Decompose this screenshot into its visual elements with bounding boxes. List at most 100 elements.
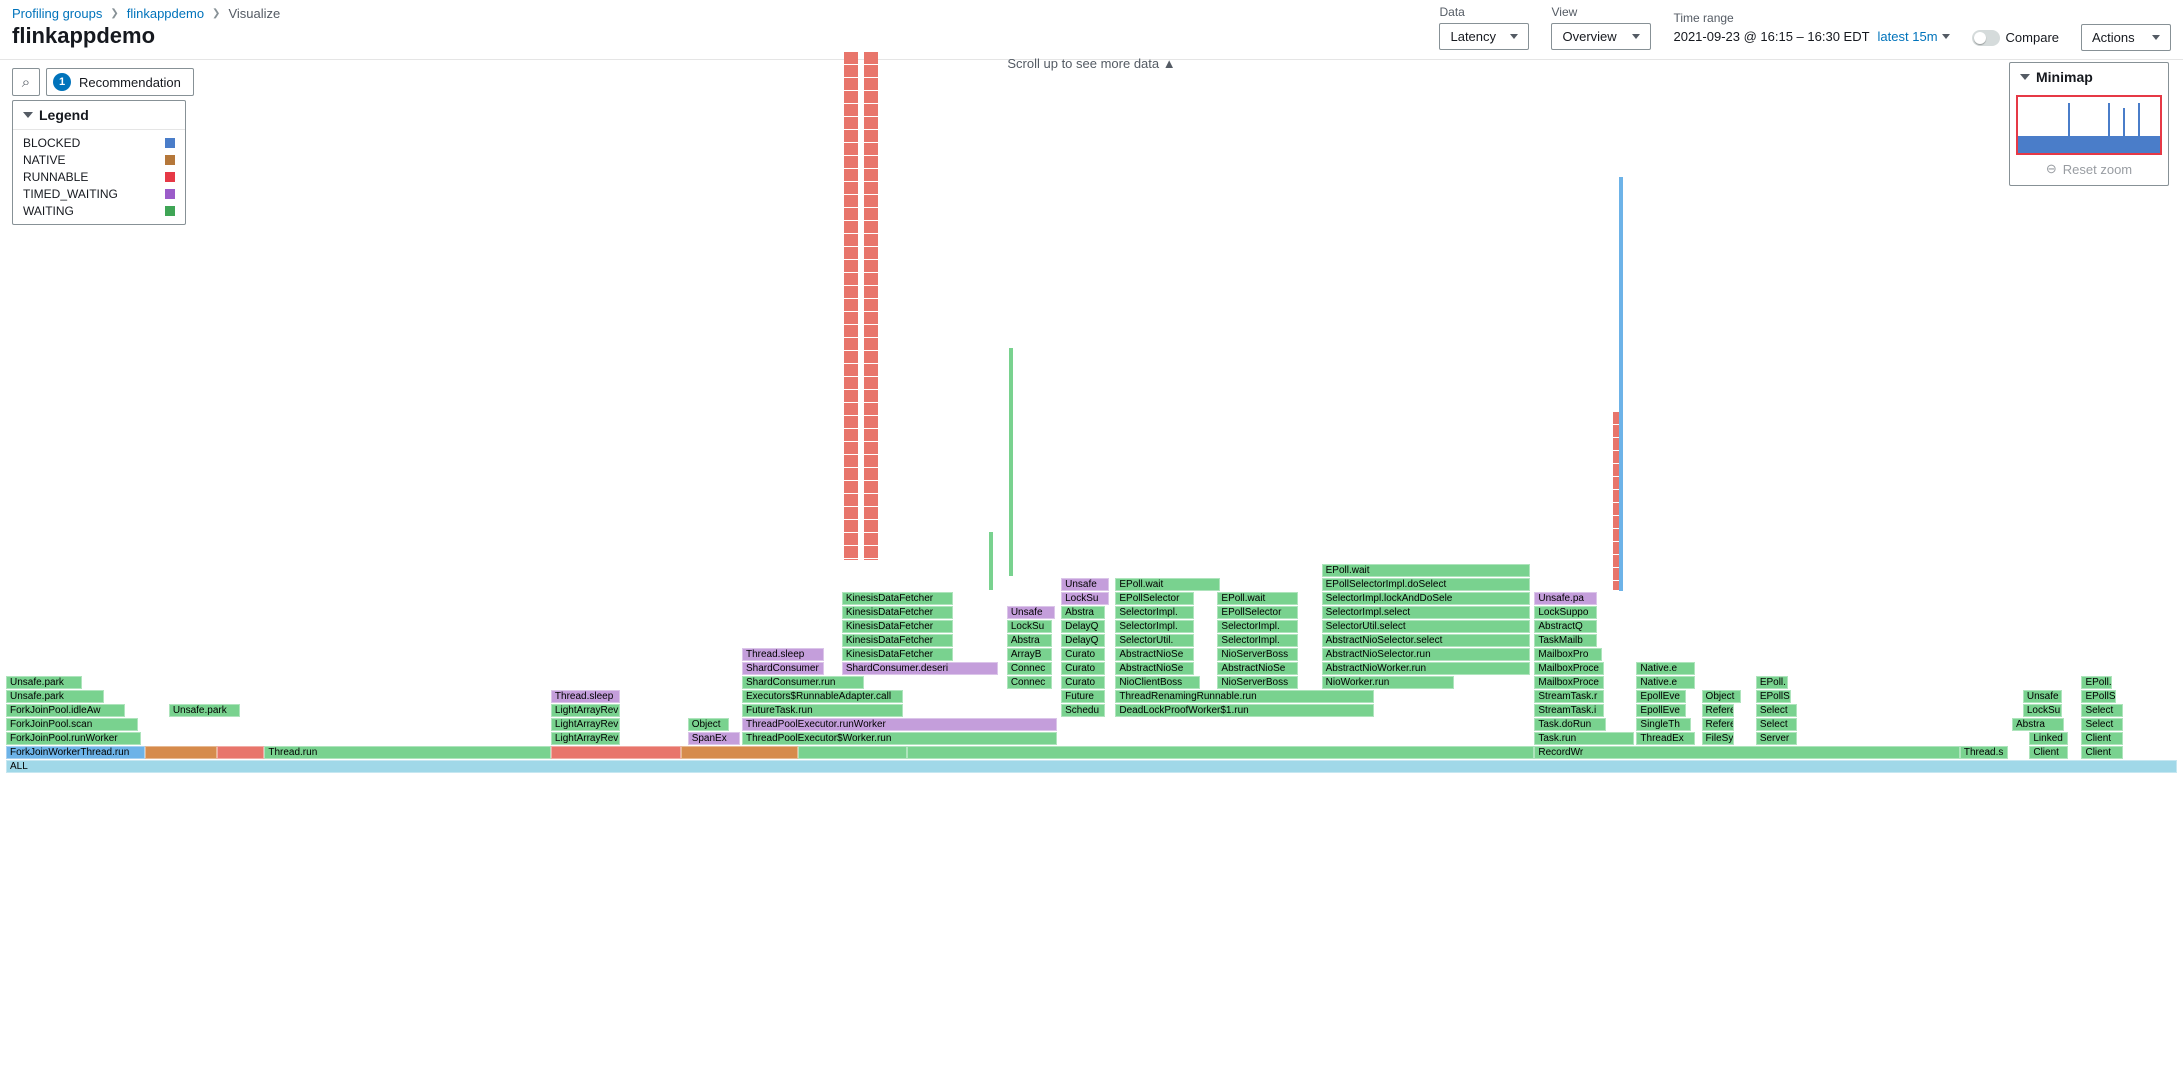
flame-frame[interactable]: Unsafe xyxy=(2023,690,2062,703)
flame-frame[interactable]: Select xyxy=(1756,718,1797,731)
latest-link[interactable]: latest 15m xyxy=(1878,29,1950,44)
flame-frame[interactable]: Thread.sleep xyxy=(551,690,620,703)
flame-frame[interactable]: DelayQ xyxy=(1061,620,1104,633)
flame-frame[interactable]: Linked xyxy=(2029,732,2068,745)
flame-frame[interactable]: Client xyxy=(2081,746,2122,759)
flame-frame[interactable]: LightArrayRev xyxy=(551,718,620,731)
flame-frame[interactable]: Thread.sleep xyxy=(742,648,824,661)
flame-frame[interactable]: EPoll. xyxy=(2081,676,2111,689)
flame-frame[interactable]: Unsafe.pa xyxy=(1534,592,1597,605)
flame-frame[interactable] xyxy=(145,746,217,759)
flame-frame[interactable]: Native.e xyxy=(1636,676,1695,689)
flame-graph[interactable]: ALL ForkJoinWorkerThread.run Thread.run … xyxy=(6,52,2177,1080)
actions-dropdown[interactable]: Actions xyxy=(2081,24,2171,51)
flame-frame[interactable]: ShardConsumer xyxy=(742,662,824,675)
flame-stack[interactable] xyxy=(844,52,858,560)
flame-frame[interactable]: Curato xyxy=(1061,662,1104,675)
flame-frame[interactable]: AbstractNioSe xyxy=(1115,662,1193,675)
flame-frame[interactable]: EPollSelectorImpl.doSelect xyxy=(1322,578,1530,591)
flame-frame[interactable]: SelectorImpl. xyxy=(1115,606,1193,619)
flame-frame[interactable]: KinesisDataFetcher xyxy=(842,592,953,605)
flame-frame[interactable]: Abstra xyxy=(1007,634,1053,647)
flame-frame[interactable]: Curato xyxy=(1061,648,1104,661)
flame-frame[interactable]: Abstra xyxy=(1061,606,1104,619)
flame-frame[interactable]: Connec xyxy=(1007,676,1053,689)
flame-frame[interactable]: Unsafe.park xyxy=(169,704,241,717)
flame-frame[interactable]: AbstractNioWorker.run xyxy=(1322,662,1530,675)
flame-frame[interactable]: EPoll. xyxy=(1756,676,1789,689)
flame-frame[interactable] xyxy=(681,746,798,759)
flame-frame[interactable]: ForkJoinWorkerThread.run xyxy=(6,746,145,759)
flame-frame[interactable]: Refere xyxy=(1702,718,1735,731)
flame-frame[interactable]: ALL xyxy=(6,760,2177,773)
flame-frame[interactable]: SelectorImpl.lockAndDoSele xyxy=(1322,592,1530,605)
flame-frame[interactable]: ShardConsumer.run xyxy=(742,676,864,689)
flame-frame[interactable]: LightArrayRev xyxy=(551,732,620,745)
flame-frame[interactable]: TaskMailb xyxy=(1534,634,1597,647)
flame-frame[interactable]: Object xyxy=(688,718,729,731)
flame-frame[interactable]: Refere xyxy=(1702,704,1735,717)
flame-frame[interactable]: ThreadEx xyxy=(1636,732,1695,745)
flame-frame[interactable] xyxy=(907,746,1534,759)
flame-frame[interactable]: EpollEve xyxy=(1636,690,1686,703)
flame-frame[interactable]: EPollSelector xyxy=(1217,606,1297,619)
flame-frame[interactable]: ForkJoinPool.runWorker xyxy=(6,732,141,745)
flame-frame[interactable]: Future xyxy=(1061,690,1104,703)
flame-frame[interactable]: MailboxPro xyxy=(1534,648,1601,661)
flame-frame[interactable]: KinesisDataFetcher xyxy=(842,634,953,647)
data-dropdown[interactable]: Latency xyxy=(1439,23,1529,50)
flame-frame[interactable]: DelayQ xyxy=(1061,634,1104,647)
flame-frame[interactable]: EPoll.wait xyxy=(1115,578,1219,591)
flame-frame[interactable]: Select xyxy=(1756,704,1797,717)
flame-frame[interactable]: Unsafe.park xyxy=(6,676,82,689)
flame-frame[interactable]: StreamTask.r xyxy=(1534,690,1603,703)
flame-frame[interactable]: AbstractQ xyxy=(1534,620,1597,633)
flame-frame[interactable]: ThreadRenamingRunnable.run xyxy=(1115,690,1373,703)
flame-stack[interactable] xyxy=(864,52,878,560)
flame-frame[interactable]: MailboxProce xyxy=(1534,676,1603,689)
flame-frame[interactable]: EPoll.wait xyxy=(1322,564,1530,577)
flame-frame[interactable]: LockSu xyxy=(1061,592,1109,605)
flame-frame[interactable]: Client xyxy=(2029,746,2068,759)
breadcrumb-profiling-groups[interactable]: Profiling groups xyxy=(12,6,102,21)
flame-frame[interactable]: Curato xyxy=(1061,676,1104,689)
breadcrumb-app[interactable]: flinkappdemo xyxy=(127,6,204,21)
flame-frame[interactable]: SpanEx xyxy=(688,732,740,745)
flame-frame[interactable]: LockSuppo xyxy=(1534,606,1597,619)
flame-frame[interactable]: LightArrayRev xyxy=(551,704,620,717)
flame-frame[interactable]: AbstractNioSe xyxy=(1217,662,1297,675)
flame-stack[interactable] xyxy=(989,532,993,590)
flame-frame[interactable]: ThreadPoolExecutor.runWorker xyxy=(742,718,1057,731)
flame-frame[interactable]: KinesisDataFetcher xyxy=(842,606,953,619)
flame-frame[interactable]: NioServerBoss xyxy=(1217,648,1297,661)
flame-frame[interactable]: Executors$RunnableAdapter.call xyxy=(742,690,903,703)
flame-frame[interactable]: DeadLockProofWorker$1.run xyxy=(1115,704,1373,717)
flame-frame[interactable]: EPollS xyxy=(2081,690,2116,703)
flame-stack[interactable] xyxy=(1009,348,1013,576)
flame-frame[interactable]: Select xyxy=(2081,704,2122,717)
flame-frame[interactable]: Client xyxy=(2081,732,2122,745)
flame-frame[interactable]: EpollEve xyxy=(1636,704,1686,717)
flame-frame[interactable]: ShardConsumer.deseri xyxy=(842,662,998,675)
flame-frame[interactable]: SelectorUtil.select xyxy=(1322,620,1530,633)
view-dropdown[interactable]: Overview xyxy=(1551,23,1651,50)
flame-frame[interactable]: Connec xyxy=(1007,662,1053,675)
flame-frame[interactable]: Server xyxy=(1756,732,1797,745)
flame-frame[interactable]: SelectorImpl.select xyxy=(1322,606,1530,619)
flame-frame[interactable]: RecordWr xyxy=(1534,746,1960,759)
flame-frame[interactable]: Schedu xyxy=(1061,704,1104,717)
flame-stack[interactable] xyxy=(1619,177,1623,591)
flame-stack[interactable] xyxy=(1613,412,1619,590)
flame-frame[interactable]: EPollSelector xyxy=(1115,592,1193,605)
flame-frame[interactable]: SelectorImpl. xyxy=(1115,620,1193,633)
flame-frame[interactable]: LockSu xyxy=(2023,704,2062,717)
flame-frame[interactable]: NioWorker.run xyxy=(1322,676,1454,689)
flame-frame[interactable]: NioServerBoss xyxy=(1217,676,1297,689)
flame-frame[interactable]: Select xyxy=(2081,718,2122,731)
flame-frame[interactable] xyxy=(217,746,265,759)
compare-toggle[interactable] xyxy=(1972,30,2000,46)
flame-frame[interactable]: Thread.run xyxy=(264,746,551,759)
flame-frame[interactable]: Unsafe.park xyxy=(6,690,104,703)
flame-frame[interactable]: SingleTh xyxy=(1636,718,1690,731)
flame-frame[interactable]: ArrayB xyxy=(1007,648,1053,661)
